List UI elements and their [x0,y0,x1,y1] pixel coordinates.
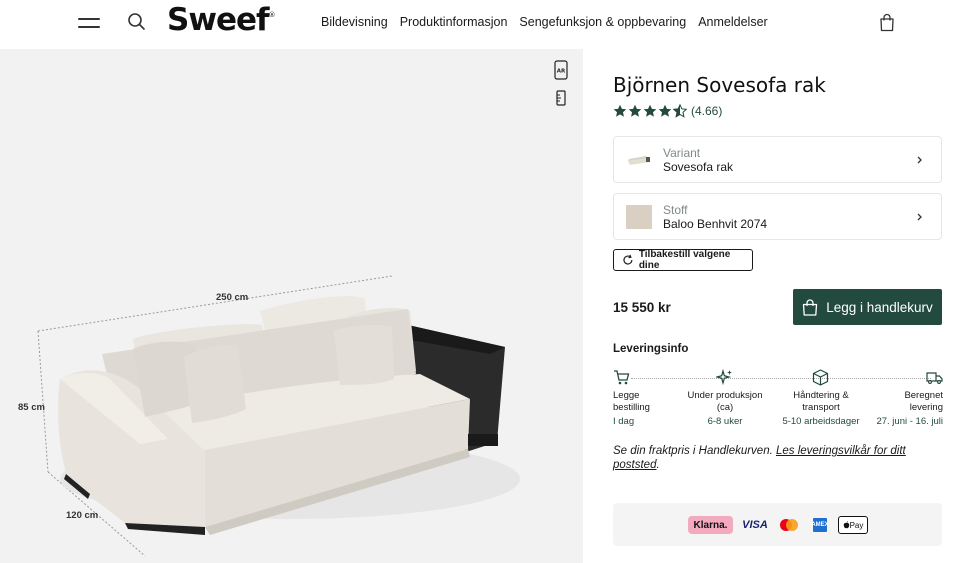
shipping-note: Se din fraktpris i Handlekurven. Les lev… [613,445,906,471]
main-nav: Bildevisning Produktinformasjon Sengefun… [321,15,768,29]
chevron-right-icon [917,213,922,221]
star-icon [658,104,672,117]
measurements-icon[interactable] [556,90,566,106]
mastercard-logo [780,519,798,531]
delivery-title: Leveringsinfo [613,343,689,355]
cart-icon [614,370,630,385]
star-icon [643,104,657,117]
shopping-bag-icon[interactable] [879,13,895,32]
nav-sengefunksjon[interactable]: Sengefunksjon & oppbevaring [519,15,686,29]
apple-icon [843,521,849,529]
add-to-cart-label: Legg i handlekurv [826,299,933,315]
half-star-icon [673,104,687,118]
dimension-height-label: 85 cm [18,402,45,413]
delivery-step-production: Under produksjon (ca) 6-8 uker [685,369,765,428]
site-header: Sweef® Bildevisning Produktinformasjon S… [0,0,960,49]
dimension-width-label: 250 cm [216,292,249,303]
search-icon[interactable] [127,12,147,32]
add-to-cart-button[interactable]: Legg i handlekurv [793,289,942,325]
variant-value: Sovesofa rak [663,160,734,174]
shopping-bag-icon [803,298,818,316]
amex-logo: AMEX [811,518,829,532]
apple-pay-logo: Pay [838,516,868,534]
product-rating[interactable]: (4.66) [613,104,722,118]
star-icon [628,104,642,117]
rating-value: (4.66) [691,104,723,118]
sofa-image [37,275,520,557]
product-price: 15 550 kr [613,300,671,315]
nav-produktinformasjon[interactable]: Produktinformasjon [400,15,508,29]
dimension-depth-label: 120 cm [66,510,99,521]
sparkle-icon [716,369,732,386]
product-title: Björnen Sovesofa rak [613,73,826,97]
reset-icon [623,254,633,265]
product-image-viewer[interactable]: 250 cm 85 cm 120 cm AR [0,49,583,563]
fabric-label: Stoff [663,203,688,217]
delivery-truck-icon [926,372,943,384]
svg-text:AR: AR [557,69,566,75]
payment-methods: Klarna. VISA AMEX Pay [613,503,942,546]
reset-label: Tilbakestill valgene dine [638,249,731,271]
delivery-step-arrival: Beregnet levering 27. juni - 16. juli [875,369,943,428]
nav-bildevisning[interactable]: Bildevisning [321,15,388,29]
fabric-swatch [626,205,652,229]
visa-logo: VISA [742,519,768,531]
delivery-step-transport: Håndtering & transport 5-10 arbeidsdager [777,369,865,428]
chevron-right-icon [917,156,922,164]
variant-selector[interactable]: Variant Sovesofa rak [613,136,942,183]
ar-view-icon[interactable]: AR [554,60,568,80]
site-logo[interactable]: Sweef® [167,2,276,38]
fabric-selector[interactable]: Stoff Baloo Benhvit 2074 [613,193,942,240]
nav-anmeldelser[interactable]: Anmeldelser [698,15,767,29]
hamburger-menu-icon[interactable] [78,14,100,32]
package-icon [812,369,829,386]
fabric-value: Baloo Benhvit 2074 [663,217,768,231]
variant-thumbnail [628,156,650,165]
reset-selections-button[interactable]: Tilbakestill valgene dine [613,249,753,271]
star-icon [613,104,627,117]
klarna-logo: Klarna. [688,516,733,534]
delivery-step-order: Legge bestilling I dag [613,369,673,428]
variant-label: Variant [663,146,701,160]
